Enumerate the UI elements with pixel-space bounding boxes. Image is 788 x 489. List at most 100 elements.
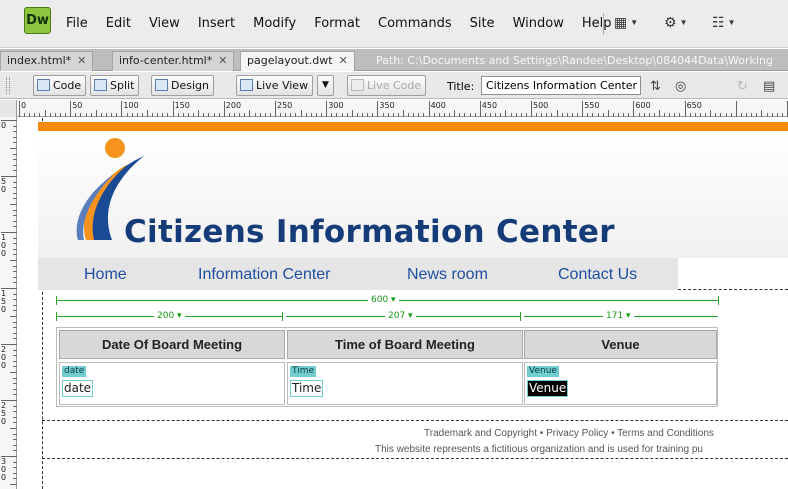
menu-format[interactable]: Format bbox=[314, 16, 360, 31]
table-cell-venue[interactable]: Venue Venue bbox=[524, 362, 717, 405]
table-header-date[interactable]: Date Of Board Meeting bbox=[59, 330, 285, 359]
board-meeting-table[interactable]: Date Of Board Meeting Time of Board Meet… bbox=[56, 327, 718, 407]
ruler-tick bbox=[54, 113, 56, 117]
ruler-origin[interactable] bbox=[0, 100, 17, 117]
chevron-down-icon: ▼ bbox=[322, 80, 329, 90]
ruler-tick bbox=[536, 113, 538, 117]
ruler-tick bbox=[725, 113, 727, 117]
footer-disclaimer: This website represents a fictitious org… bbox=[375, 444, 703, 455]
column-width-label[interactable]: 200 ▾ bbox=[154, 311, 185, 321]
ruler-tick bbox=[75, 113, 77, 117]
tab-pagelayout[interactable]: pagelayout.dwt ✕ bbox=[240, 51, 355, 71]
code-view-button[interactable]: Code bbox=[33, 75, 87, 96]
ruler-tick bbox=[65, 113, 67, 117]
table-cell-date[interactable]: date date bbox=[59, 362, 285, 405]
ruler-tick bbox=[254, 113, 256, 117]
nav-contact-us[interactable]: Contact Us bbox=[558, 266, 637, 284]
live-code-button[interactable]: Live Code bbox=[347, 75, 427, 96]
ruler-tick bbox=[13, 411, 17, 413]
ruler-tick bbox=[433, 113, 435, 117]
ruler-label: 50 bbox=[72, 101, 83, 110]
ruler-tick bbox=[13, 164, 17, 166]
live-code-icon bbox=[351, 79, 364, 91]
nav-news-room[interactable]: News room bbox=[407, 266, 488, 284]
layout-icon[interactable]: ▦ ▼ bbox=[614, 14, 638, 31]
editable-region-tag[interactable]: date bbox=[62, 366, 87, 377]
ruler-tick bbox=[367, 113, 369, 117]
page-title-input[interactable]: Citizens Information Center | bbox=[481, 76, 641, 95]
site-map-icon[interactable]: ☷ ▼ bbox=[712, 14, 735, 31]
ruler-tick bbox=[193, 113, 195, 117]
editable-region-tag[interactable]: Time bbox=[290, 366, 317, 377]
table-width-label[interactable]: 600 ▾ bbox=[368, 295, 399, 305]
ruler-tick bbox=[141, 113, 143, 117]
ruler-tick bbox=[13, 332, 17, 334]
ruler-label: 450 bbox=[481, 101, 498, 110]
refresh-icon[interactable]: ↻ bbox=[737, 78, 748, 94]
menu-modify[interactable]: Modify bbox=[253, 16, 296, 31]
tab-info-center[interactable]: info-center.html* ✕ bbox=[112, 51, 235, 71]
ruler-tick bbox=[372, 113, 374, 117]
split-view-button[interactable]: Split bbox=[90, 75, 140, 96]
live-view-button[interactable]: Live View bbox=[236, 75, 314, 96]
browser-preview-icon[interactable]: ◎ bbox=[675, 78, 686, 94]
menu-list: File Edit View Insert Modify Format Comm… bbox=[66, 16, 629, 31]
tab-index[interactable]: index.html* ✕ bbox=[0, 51, 94, 71]
design-label: Design bbox=[171, 79, 209, 92]
menu-edit[interactable]: Edit bbox=[106, 16, 131, 31]
editable-region-value[interactable]: Time bbox=[290, 380, 324, 397]
ruler-tick bbox=[13, 226, 17, 228]
ruler-tick bbox=[275, 101, 276, 117]
ruler-tick bbox=[100, 113, 102, 117]
live-view-dropdown[interactable]: ▼ bbox=[317, 75, 334, 96]
design-view-button[interactable]: Design bbox=[151, 75, 214, 96]
file-management-icon[interactable]: ⇅ bbox=[650, 78, 661, 94]
gear-icon[interactable]: ⚙ ▼ bbox=[664, 14, 687, 31]
table-header-time[interactable]: Time of Board Meeting bbox=[287, 330, 523, 359]
menu-help[interactable]: Help bbox=[582, 16, 612, 31]
column-width-label[interactable]: 171 ▾ bbox=[603, 311, 634, 321]
ruler-tick bbox=[618, 113, 620, 117]
table-header-venue[interactable]: Venue bbox=[524, 330, 717, 359]
menu-insert[interactable]: Insert bbox=[198, 16, 235, 31]
editable-region-tag[interactable]: Venue bbox=[527, 366, 559, 377]
nav-information-center[interactable]: Information Center bbox=[198, 266, 331, 284]
ruler-tick bbox=[13, 383, 17, 385]
close-icon[interactable]: ✕ bbox=[77, 54, 86, 67]
toolbar-grip[interactable] bbox=[6, 77, 10, 94]
column-width-label[interactable]: 207 ▾ bbox=[385, 311, 416, 321]
close-icon[interactable]: ✕ bbox=[218, 54, 227, 67]
ruler-tick bbox=[13, 198, 17, 200]
design-canvas[interactable]: Citizens Information Center Home Informa… bbox=[18, 118, 788, 489]
ruler-tick bbox=[520, 113, 522, 117]
ruler-tick bbox=[464, 113, 466, 117]
menu-window[interactable]: Window bbox=[513, 16, 564, 31]
editable-region-value-selected[interactable]: Venue bbox=[527, 380, 569, 397]
menu-commands[interactable]: Commands bbox=[378, 16, 452, 31]
view-options-icon[interactable]: ▤ bbox=[763, 78, 775, 94]
menu-file[interactable]: File bbox=[66, 16, 88, 31]
ruler-tick bbox=[740, 113, 742, 117]
ruler-tick bbox=[95, 110, 97, 117]
ruler-tick bbox=[13, 293, 17, 295]
nav-home[interactable]: Home bbox=[84, 266, 127, 284]
ruler-tick bbox=[602, 113, 604, 117]
ruler-label: 200 bbox=[1, 345, 7, 370]
ruler-tick bbox=[674, 113, 676, 117]
ruler-tick bbox=[418, 113, 420, 117]
ruler-tick bbox=[459, 113, 461, 117]
ruler-tick bbox=[643, 113, 645, 117]
ruler-tick bbox=[715, 113, 717, 117]
menu-view[interactable]: View bbox=[149, 16, 180, 31]
table-cell-time[interactable]: Time Time bbox=[287, 362, 523, 405]
ruler-tick bbox=[13, 215, 17, 217]
editable-region-value[interactable]: date bbox=[62, 380, 94, 397]
tab-label: index.html* bbox=[7, 54, 72, 67]
ruler-label: 100 bbox=[1, 233, 7, 258]
ruler-tick bbox=[13, 192, 17, 194]
ruler-tick bbox=[13, 209, 17, 211]
close-icon[interactable]: ✕ bbox=[339, 54, 348, 67]
menu-site[interactable]: Site bbox=[470, 16, 495, 31]
document-path: Path: C:\Documents and Settings\Randee\D… bbox=[376, 54, 773, 67]
ruler-label: 50 bbox=[1, 177, 7, 194]
